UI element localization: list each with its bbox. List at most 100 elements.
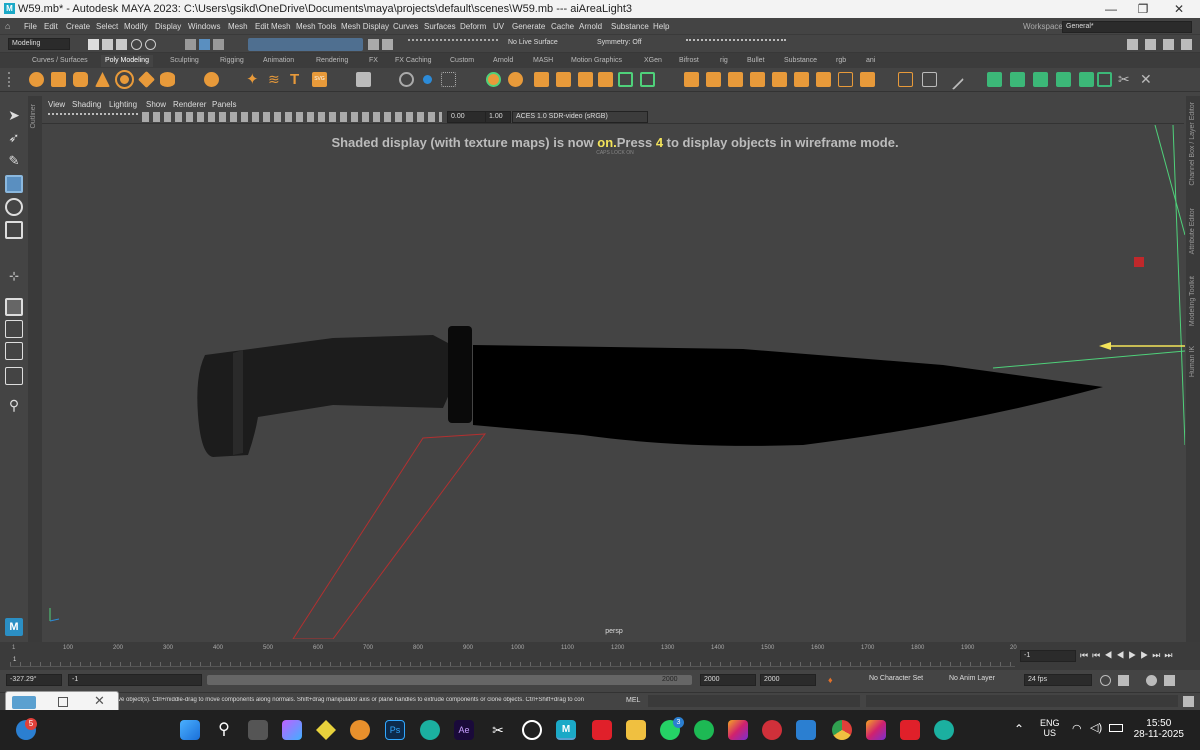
menu-help[interactable]: Help xyxy=(653,22,669,31)
menu-create[interactable]: Create xyxy=(66,22,90,31)
channel-box-icon[interactable] xyxy=(1181,39,1192,50)
save-scene-icon[interactable] xyxy=(116,39,127,50)
tab-fx[interactable]: FX xyxy=(365,55,382,67)
new-scene-icon[interactable] xyxy=(88,39,99,50)
after-effects-icon[interactable]: Ae xyxy=(454,720,474,740)
tray-chevron-icon[interactable]: ⌃ xyxy=(1014,722,1024,736)
tool-settings-icon[interactable] xyxy=(1163,39,1174,50)
photoshop-icon[interactable]: Ps xyxy=(385,720,405,740)
super-shape-icon[interactable]: ≋ xyxy=(268,72,283,87)
poly-sphere-icon[interactable] xyxy=(29,72,44,87)
tab-bullet[interactable]: Bullet xyxy=(743,55,769,67)
playback-speed-icon[interactable] xyxy=(1118,675,1129,686)
render-icons[interactable] xyxy=(686,39,786,50)
green-tool-3-icon[interactable] xyxy=(1033,72,1048,87)
instagram-icon[interactable] xyxy=(728,720,748,740)
current-frame-field[interactable]: -1 xyxy=(1020,650,1076,662)
app-yellow-icon[interactable] xyxy=(316,720,336,740)
green-tool-5-icon[interactable] xyxy=(1079,72,1094,87)
language-indicator[interactable]: ENG US xyxy=(1040,718,1060,738)
menu-edit-mesh[interactable]: Edit Mesh xyxy=(255,22,291,31)
quad-draw-icon[interactable] xyxy=(750,72,765,87)
home-icon[interactable]: ⌂ xyxy=(5,21,14,31)
area-light-outline[interactable] xyxy=(292,433,487,639)
poly-torus-icon[interactable] xyxy=(115,70,134,89)
panel-menu-show[interactable]: Show xyxy=(146,100,166,109)
bridge-icon[interactable] xyxy=(556,72,571,87)
smooth-icon[interactable] xyxy=(441,72,456,87)
tab-rig[interactable]: rig xyxy=(716,55,732,67)
undo-icon[interactable] xyxy=(131,39,142,50)
attribute-editor-tab[interactable]: Attribute Editor xyxy=(1189,208,1196,254)
human-ik-tab[interactable]: Human IK xyxy=(1189,346,1196,377)
battery-icon[interactable] xyxy=(1109,724,1123,732)
ruler-icon[interactable] xyxy=(898,72,913,87)
menu-curves[interactable]: Curves xyxy=(393,22,418,31)
poke-icon[interactable] xyxy=(816,72,831,87)
color-space-dropdown[interactable]: ACES 1.0 SDR-video (sRGB) xyxy=(512,111,648,123)
menu-windows[interactable]: Windows xyxy=(188,22,220,31)
edge-2-icon[interactable] xyxy=(934,720,954,740)
tab-motion-graphics[interactable]: Motion Graphics xyxy=(567,55,626,67)
panel-menu-shading[interactable]: Shading xyxy=(72,100,101,109)
scene-start-field[interactable]: -327.29° xyxy=(6,674,62,686)
knife-guard[interactable] xyxy=(448,326,472,423)
svg-icon[interactable]: SVG xyxy=(312,72,327,87)
menu-mesh-tools[interactable]: Mesh Tools xyxy=(296,22,336,31)
menu-surfaces[interactable]: Surfaces xyxy=(424,22,456,31)
fps-dropdown[interactable]: 24 fps xyxy=(1024,674,1092,686)
sweep-mesh-icon[interactable]: ✦ xyxy=(246,72,261,87)
lock-icon[interactable] xyxy=(368,39,379,50)
close-button[interactable]: ✕ xyxy=(1164,1,1194,17)
cross-tools-icon[interactable]: ✕ xyxy=(1140,72,1155,87)
menu-mesh[interactable]: Mesh xyxy=(228,22,248,31)
select-component-icon[interactable] xyxy=(213,39,224,50)
minimize-button[interactable]: — xyxy=(1096,1,1126,17)
file-explorer-icon[interactable] xyxy=(626,720,646,740)
wifi-icon[interactable]: ◠ xyxy=(1072,722,1082,735)
shelf-menu-icon[interactable] xyxy=(8,72,14,87)
edge-loop-icon[interactable] xyxy=(772,72,787,87)
green-tool-2-icon[interactable] xyxy=(1010,72,1025,87)
poly-cone-icon[interactable] xyxy=(95,72,110,87)
green-tool-4-icon[interactable] xyxy=(1056,72,1071,87)
type-icon[interactable]: T xyxy=(290,72,305,87)
popup-close-icon[interactable]: ✕ xyxy=(94,693,105,709)
green-tool-6-icon[interactable] xyxy=(1097,72,1112,87)
green-tool-1-icon[interactable] xyxy=(987,72,1002,87)
redo-icon[interactable] xyxy=(145,39,156,50)
instagram-2-icon[interactable] xyxy=(866,720,886,740)
attribute-editor-icon[interactable] xyxy=(1145,39,1156,50)
menu-select[interactable]: Select xyxy=(96,22,118,31)
poly-disc-icon[interactable] xyxy=(160,72,175,87)
viewport-persp[interactable]: persp xyxy=(43,125,1185,639)
character-set-dropdown[interactable]: No Character Set xyxy=(866,674,936,686)
scale-tool-icon[interactable] xyxy=(5,221,23,239)
menu-cache[interactable]: Cache xyxy=(551,22,574,31)
channel-box-tab[interactable]: Channel Box / Layer Editor xyxy=(1189,102,1196,186)
uv-editor-icon[interactable] xyxy=(356,72,371,87)
volume-icon[interactable]: ◁) xyxy=(1090,721,1102,734)
playback-controls-icon[interactable]: ⏮⏮◀◀▶▶⏭⏭ xyxy=(1080,650,1192,662)
outliner-strip[interactable]: Outliner xyxy=(28,96,42,642)
tab-substance[interactable]: Substance xyxy=(780,55,821,67)
modeling-toolkit-icon[interactable] xyxy=(1127,39,1138,50)
loop-icon[interactable] xyxy=(1100,675,1111,686)
tab-curves-surfaces[interactable]: Curves / Surfaces xyxy=(28,55,92,67)
task-view-icon[interactable] xyxy=(248,720,268,740)
modeling-toolkit-tab[interactable]: Modeling Toolkit xyxy=(1189,276,1196,326)
menu-edit[interactable]: Edit xyxy=(44,22,58,31)
two-pane-icon[interactable] xyxy=(5,342,23,360)
tab-sculpting[interactable]: Sculpting xyxy=(166,55,203,67)
copilot-icon[interactable] xyxy=(282,720,302,740)
tab-custom[interactable]: Custom xyxy=(446,55,478,67)
app-red-icon[interactable] xyxy=(762,720,782,740)
live-surface-field[interactable]: No Live Surface xyxy=(505,38,585,50)
poly-plane-icon[interactable] xyxy=(138,71,155,88)
blender-icon[interactable] xyxy=(350,720,370,740)
system-clock[interactable]: 15:50 28-11-2025 xyxy=(1134,718,1184,740)
last-tool-icon[interactable]: ⊹ xyxy=(5,267,23,285)
boolean-icon[interactable] xyxy=(486,72,501,87)
tab-ani[interactable]: ani xyxy=(862,55,879,67)
tab-rendering[interactable]: Rendering xyxy=(312,55,352,67)
